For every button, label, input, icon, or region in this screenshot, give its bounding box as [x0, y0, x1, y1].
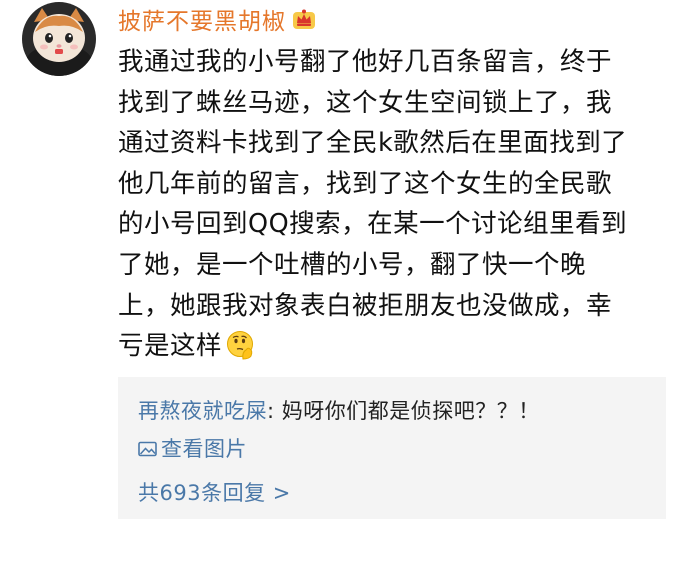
view-image-label: 查看图片 [161, 437, 247, 461]
comment-line: 找到了蛛丝马迹，这个女生空间锁上了，我 [118, 87, 613, 118]
thinking-face-emoji-icon [226, 330, 256, 360]
cat-avatar-icon [22, 2, 96, 76]
image-icon [138, 438, 157, 457]
reply-text: 妈呀你们都是侦探吧？？！ [281, 399, 540, 423]
comment-line: 的小号回到QQ搜索，在某一个讨论组里看到 [118, 209, 628, 240]
comment-text: 我通过我的小号翻了他好几百条留言，终于 找到了蛛丝马迹，这个女生空间锁上了，我 … [118, 42, 658, 367]
comment-line: 上，她跟我对象表白被拒朋友也没做成，幸 [118, 290, 613, 321]
comment-card: 披萨不要黑胡椒 我通过我的小号翻了他好几百条留言，终于 找到了蛛丝马迹，这个女生… [0, 0, 690, 582]
comment-line: 亏是这样 [118, 331, 223, 362]
reply-comment: 再熬夜就吃屎: 妈呀你们都是侦探吧？？！ [138, 395, 540, 425]
user-avatar[interactable] [22, 2, 96, 76]
comment-line: 了她，是一个吐槽的小号，翻了快一个晚 [118, 249, 587, 280]
comment-line: 我通过我的小号翻了他好几百条留言，终于 [118, 47, 613, 77]
reply-box: 再熬夜就吃屎: 妈呀你们都是侦探吧？？！ 查看图片 共693条回复 > [118, 377, 666, 519]
total-replies-link[interactable]: 共693条回复 > [138, 477, 291, 507]
comment-last-line: 亏是这样 [118, 326, 658, 367]
view-image-link[interactable]: 查看图片 [138, 433, 247, 463]
comment-line: 通过资料卡找到了全民k歌然后在里面找到了 [118, 128, 628, 159]
reply-separator: : [267, 399, 282, 423]
crown-icon [292, 8, 316, 30]
reply-author[interactable]: 再熬夜就吃屎 [138, 399, 267, 423]
username-row: 披萨不要黑胡椒 [118, 2, 316, 36]
comment-line: 他几年前的留言，找到了这个女生的全民歌 [118, 168, 613, 199]
username[interactable]: 披萨不要黑胡椒 [118, 2, 286, 36]
